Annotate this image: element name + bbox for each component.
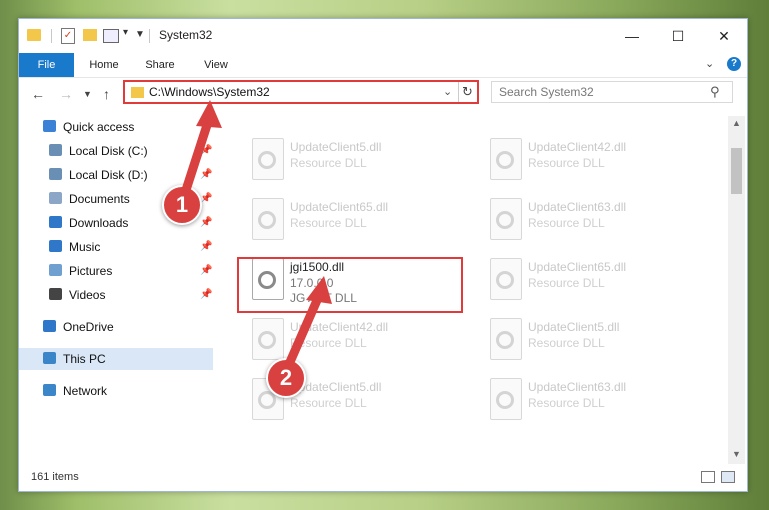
- annotation-arrows: [181, 100, 332, 367]
- arrow-2-head: [306, 276, 332, 304]
- arrow-2-shaft: [285, 293, 323, 367]
- arrow-1-head: [196, 100, 222, 128]
- arrow-1-shaft: [181, 117, 213, 195]
